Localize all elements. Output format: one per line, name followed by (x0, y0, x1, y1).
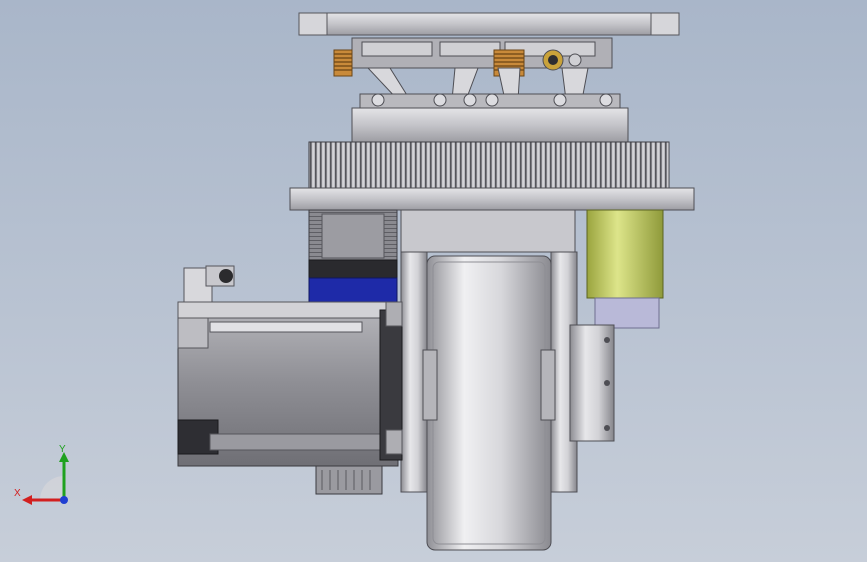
x-axis-arrow-icon (22, 495, 32, 505)
x-axis-label: X (14, 488, 21, 499)
servo-motor[interactable] (177, 301, 403, 467)
y-axis-label: Y (59, 444, 66, 455)
top-mount-plate[interactable] (298, 12, 680, 36)
drive-wheel[interactable] (422, 255, 556, 551)
slewing-gear-ring[interactable] (308, 141, 670, 189)
spring-left (333, 49, 353, 77)
bearing-housing[interactable] (351, 107, 629, 143)
cad-viewport[interactable]: Y X (0, 0, 867, 562)
suspension-spring-assembly[interactable] (333, 37, 621, 109)
z-axis-point (60, 496, 68, 504)
triad-plane (40, 476, 64, 500)
stepper-motor[interactable] (308, 209, 398, 305)
encoder-cylinder[interactable] (586, 209, 664, 329)
coordinate-triad: Y X (14, 444, 69, 505)
base-plate[interactable] (289, 187, 695, 211)
cad-model[interactable]: Y X (0, 0, 867, 562)
